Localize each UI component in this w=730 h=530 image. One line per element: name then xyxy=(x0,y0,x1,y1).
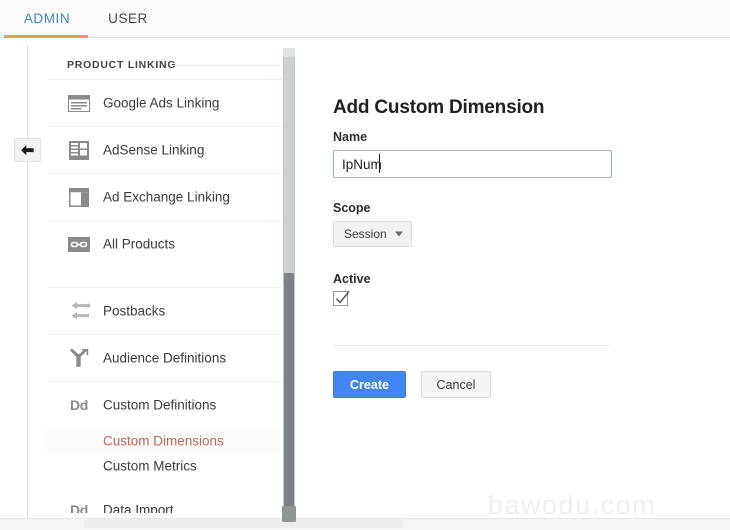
name-input[interactable] xyxy=(333,150,612,178)
audience-definitions-icon xyxy=(67,346,91,370)
scope-dropdown[interactable]: Session xyxy=(333,221,412,247)
sidebar-item-label: Custom Definitions xyxy=(103,397,217,413)
name-field-label: Name xyxy=(333,130,368,144)
active-field-label: Active xyxy=(333,272,371,286)
sidebar-item-label: Google Ads Linking xyxy=(103,95,220,111)
dd-glyph-icon: Dd xyxy=(69,397,89,413)
sidebar-item-label: Postbacks xyxy=(103,303,166,319)
sidebar-item-audience-definitions[interactable]: Audience Definitions xyxy=(47,334,282,381)
sidebar-item-google-ads-linking[interactable]: Google Ads Linking xyxy=(47,79,282,126)
sidebar-item-adsense-linking[interactable]: AdSense Linking xyxy=(47,126,282,173)
postbacks-icon xyxy=(67,299,91,323)
sidebar-subitem-label: Custom Metrics xyxy=(103,458,197,473)
sidebar-item-label: Ad Exchange Linking xyxy=(103,189,230,205)
sidebar-item-postbacks[interactable]: Postbacks xyxy=(47,287,282,334)
sidebar-group-gap xyxy=(47,267,282,287)
active-checkbox[interactable] xyxy=(333,291,350,306)
sidebar-item-label: All Products xyxy=(103,236,176,252)
sidebar-item-all-products[interactable]: All Products xyxy=(47,220,282,267)
horizontal-scrollbar-thumb[interactable] xyxy=(84,519,402,528)
sidebar-subitem-label: Custom Dimensions xyxy=(103,433,224,448)
top-tab-bar: ADMIN USER xyxy=(0,0,730,38)
ads-linking-icon xyxy=(67,91,91,115)
all-products-link-icon xyxy=(67,232,91,256)
tab-user[interactable]: USER xyxy=(96,0,160,38)
admin-sidebar: PRODUCT LINKING Google Ads Linking AdSen… xyxy=(47,48,282,513)
sidebar-scrollbar-cap xyxy=(283,48,295,57)
sidebar-item-data-import[interactable]: Dd Data Import xyxy=(47,486,282,513)
sidebar-item-label: Data Import xyxy=(103,502,174,513)
create-button[interactable]: Create xyxy=(333,371,406,398)
sidebar-subitem-custom-metrics[interactable]: Custom Metrics xyxy=(47,453,282,478)
arrow-left-icon xyxy=(21,145,34,156)
scrollbar-corner-thumb[interactable] xyxy=(282,506,296,522)
checkmark-icon xyxy=(335,291,350,304)
sidebar-section-header: PRODUCT LINKING xyxy=(47,48,282,79)
tab-admin[interactable]: ADMIN xyxy=(6,0,88,38)
sidebar-scrollbar-thumb[interactable] xyxy=(284,273,294,508)
cancel-button[interactable]: Cancel xyxy=(421,371,491,398)
sidebar-subitem-custom-dimensions[interactable]: Custom Dimensions xyxy=(47,428,282,453)
rail-divider xyxy=(27,45,28,523)
text-caret xyxy=(379,154,380,173)
sidebar-item-custom-definitions[interactable]: Dd Custom Definitions xyxy=(47,381,282,428)
active-tab-indicator xyxy=(4,35,88,38)
scope-field-label: Scope xyxy=(333,201,371,215)
dd-glyph-icon: Dd xyxy=(69,501,89,514)
page-title: Add Custom Dimension xyxy=(333,97,545,118)
ad-exchange-icon xyxy=(67,185,91,209)
main-content-panel: Add Custom Dimension Name Scope Session … xyxy=(296,39,730,520)
sidebar-item-label: Audience Definitions xyxy=(103,350,227,366)
form-divider xyxy=(333,345,610,346)
chevron-down-icon xyxy=(395,231,403,237)
sidebar-item-ad-exchange-linking[interactable]: Ad Exchange Linking xyxy=(47,173,282,220)
admin-page: ADMIN USER PRODUCT LINKING Google Ads Li… xyxy=(0,0,730,530)
sidebar-section-title: PRODUCT LINKING xyxy=(67,59,177,71)
sidebar-item-label: AdSense Linking xyxy=(103,142,205,158)
watermark: bawodu.com xyxy=(488,490,657,520)
adsense-linking-icon xyxy=(67,138,91,162)
collapse-sidebar-button[interactable] xyxy=(14,138,41,162)
scope-selected-value: Session xyxy=(344,227,387,241)
sidebar-section-rule xyxy=(171,65,282,66)
